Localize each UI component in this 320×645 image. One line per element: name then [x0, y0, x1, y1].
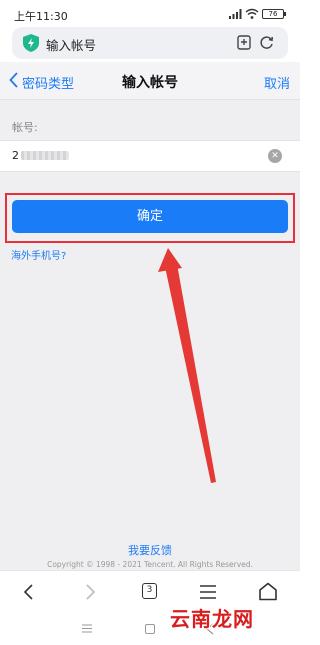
battery-indicator: 76: [262, 9, 284, 19]
address-title: 输入帐号: [46, 38, 97, 53]
shield-icon: [23, 34, 39, 52]
back-chevron-icon[interactable]: [9, 72, 18, 88]
menu-icon[interactable]: [199, 584, 217, 600]
home-icon[interactable]: [258, 582, 278, 601]
account-label: 帐号:: [12, 121, 38, 134]
battery-tip: [284, 12, 286, 16]
signal-icon: [229, 9, 242, 19]
bookmark-add-icon[interactable]: [237, 35, 251, 50]
copyright-text: Copyright © 1998 - 2021 Tencent. All Rig…: [47, 560, 253, 569]
watermark-logo: 云南龙网: [170, 607, 254, 631]
status-time: 上午11:30: [14, 10, 68, 23]
back-button[interactable]: 密码类型: [22, 73, 74, 92]
forward-arrow-icon[interactable]: [85, 584, 97, 600]
refresh-icon[interactable]: [259, 35, 274, 50]
overseas-phone-link[interactable]: 海外手机号?: [11, 247, 66, 262]
feedback-link[interactable]: 我要反馈: [0, 542, 300, 558]
clear-icon[interactable]: ✕: [268, 149, 282, 163]
cancel-button[interactable]: 取消: [264, 73, 290, 92]
recent-apps-icon[interactable]: [82, 624, 92, 633]
back-arrow-icon[interactable]: [22, 584, 34, 600]
account-masked-value: [21, 151, 69, 160]
wifi-icon: [245, 8, 259, 19]
system-home-icon[interactable]: [145, 624, 155, 634]
confirm-button[interactable]: 确定: [12, 200, 288, 233]
account-input-value[interactable]: 2: [12, 149, 19, 162]
tabs-button[interactable]: 3: [142, 583, 157, 599]
